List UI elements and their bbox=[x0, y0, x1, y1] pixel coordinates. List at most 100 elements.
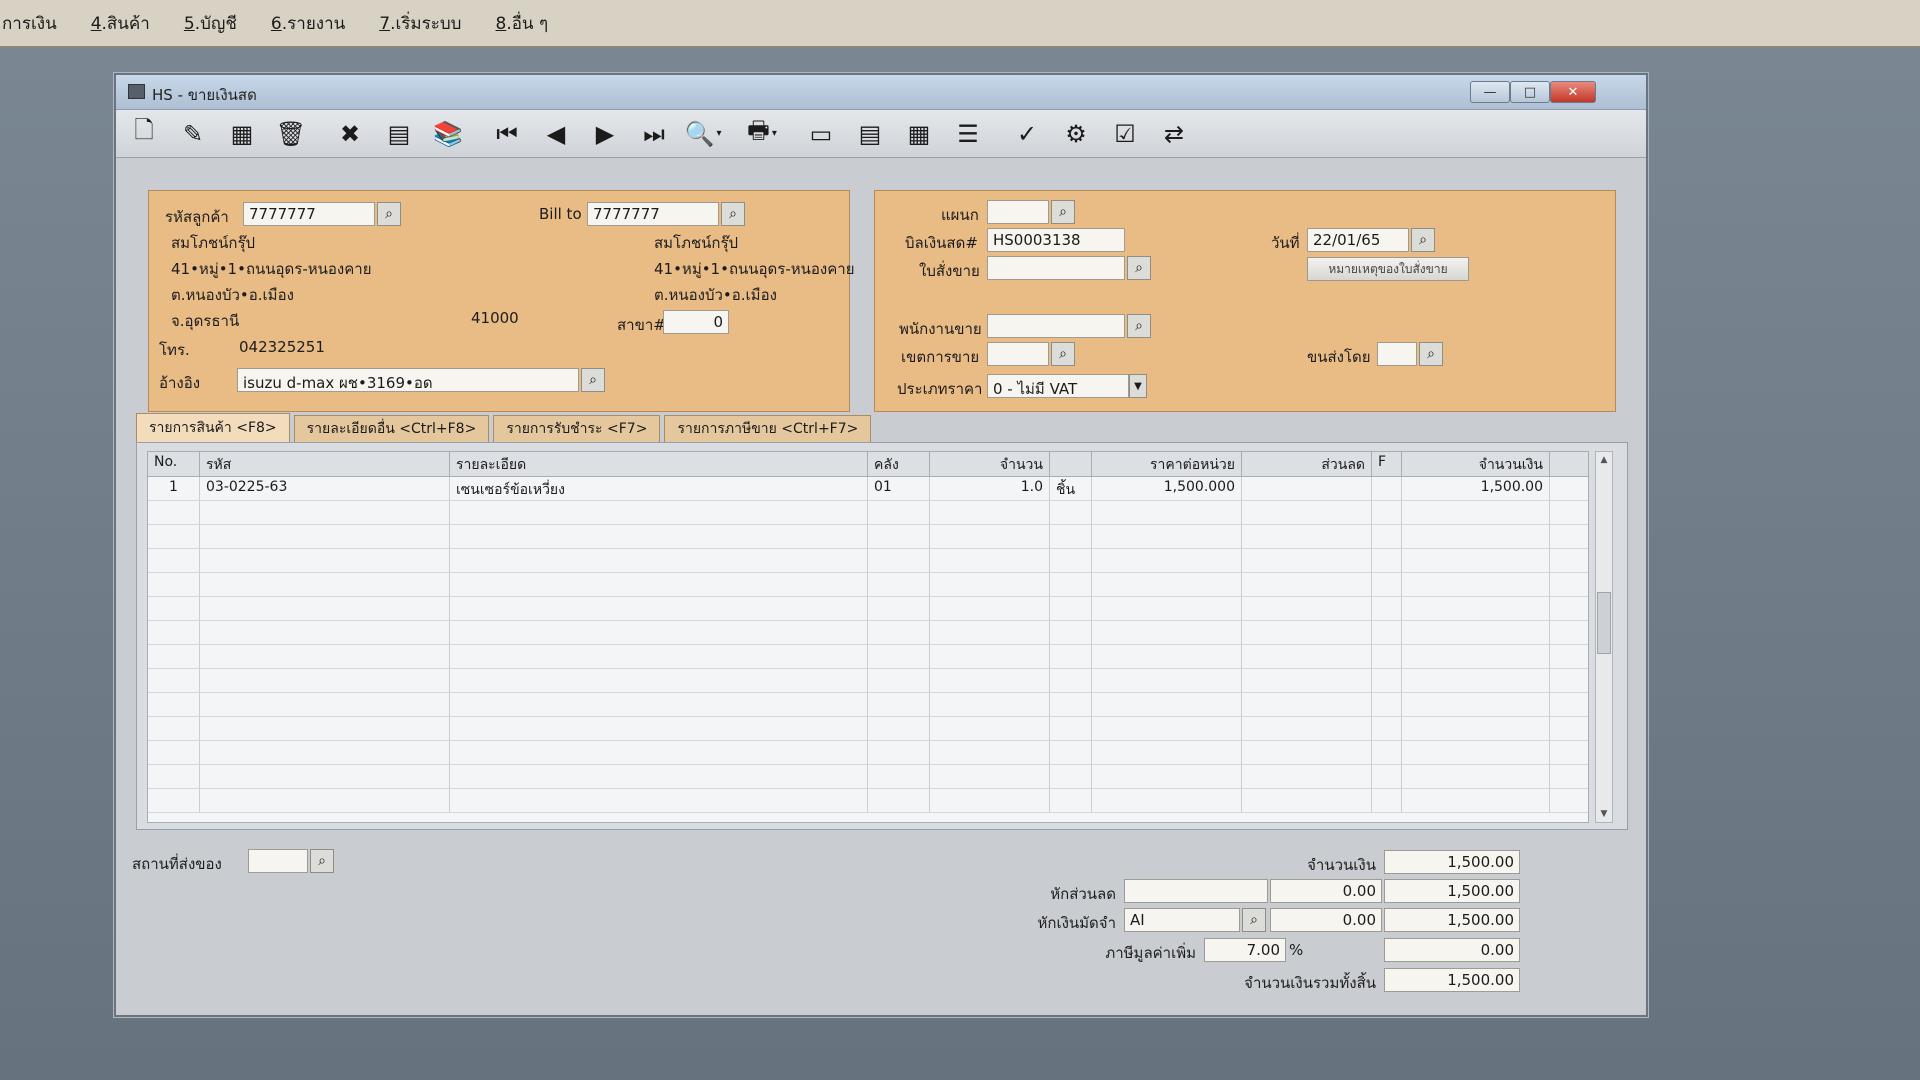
spreadsheet-icon[interactable]: ▦ bbox=[901, 116, 937, 152]
trash-icon[interactable]: 🗑 bbox=[273, 116, 309, 152]
department-field[interactable] bbox=[987, 200, 1049, 224]
cell-disc[interactable] bbox=[1242, 789, 1372, 812]
cell-qty[interactable] bbox=[930, 597, 1050, 620]
save-icon[interactable]: ▤ bbox=[381, 116, 417, 152]
cell-unit[interactable] bbox=[1050, 621, 1092, 644]
column-header[interactable]: รหัส bbox=[200, 452, 450, 476]
cell-desc[interactable] bbox=[450, 765, 868, 788]
cell-no[interactable] bbox=[148, 669, 200, 692]
cell-desc[interactable] bbox=[450, 621, 868, 644]
cell-unit[interactable] bbox=[1050, 789, 1092, 812]
cell-f[interactable] bbox=[1372, 789, 1402, 812]
chevron-down-icon[interactable]: ▾ bbox=[716, 128, 721, 139]
cell-disc[interactable] bbox=[1242, 597, 1372, 620]
branch-field[interactable]: 0 bbox=[663, 310, 729, 334]
cell-unit[interactable] bbox=[1050, 525, 1092, 548]
preview-icon[interactable]: 🔍 ▾ bbox=[685, 116, 722, 152]
cell-wh[interactable] bbox=[868, 693, 930, 716]
menu-others[interactable]: 8.อื่น ๆ bbox=[495, 10, 548, 37]
table-row[interactable] bbox=[148, 717, 1588, 741]
table-row[interactable] bbox=[148, 669, 1588, 693]
cell-amount[interactable]: 1,500.00 bbox=[1402, 477, 1550, 500]
table-row[interactable] bbox=[148, 597, 1588, 621]
cell-amount[interactable] bbox=[1402, 717, 1550, 740]
table-row[interactable] bbox=[148, 693, 1588, 717]
cell-desc[interactable] bbox=[450, 645, 868, 668]
cell-disc[interactable] bbox=[1242, 741, 1372, 764]
cell-no[interactable] bbox=[148, 741, 200, 764]
cell-qty[interactable] bbox=[930, 693, 1050, 716]
date-field[interactable]: 22/01/65 bbox=[1307, 228, 1409, 252]
cell-qty[interactable] bbox=[930, 669, 1050, 692]
cell-price[interactable] bbox=[1092, 645, 1242, 668]
cell-price[interactable] bbox=[1092, 717, 1242, 740]
cell-qty[interactable] bbox=[930, 621, 1050, 644]
chevron-down-icon[interactable]: ▾ bbox=[772, 128, 777, 139]
cell-disc[interactable] bbox=[1242, 645, 1372, 668]
column-header[interactable]: จำนวนเงิน bbox=[1402, 452, 1550, 476]
column-header[interactable]: ราคาต่อหน่วย bbox=[1092, 452, 1242, 476]
vat-rate-field[interactable]: 7.00 bbox=[1204, 938, 1286, 962]
cell-qty[interactable] bbox=[930, 549, 1050, 572]
cell-code[interactable] bbox=[200, 765, 450, 788]
cell-code[interactable]: 03-0225-63 bbox=[200, 477, 450, 500]
cell-price[interactable]: 1,500.000 bbox=[1092, 477, 1242, 500]
reference-field[interactable]: isuzu d-max ผช•3169•อด bbox=[237, 368, 579, 392]
column-header[interactable] bbox=[1050, 452, 1092, 476]
cell-amount[interactable] bbox=[1402, 765, 1550, 788]
cell-code[interactable] bbox=[200, 741, 450, 764]
cell-amount[interactable] bbox=[1402, 549, 1550, 572]
cell-code[interactable] bbox=[200, 525, 450, 548]
cell-no[interactable] bbox=[148, 573, 200, 596]
cell-price[interactable] bbox=[1092, 597, 1242, 620]
sales-order-search-icon[interactable]: ⌕ bbox=[1127, 256, 1151, 280]
cell-price[interactable] bbox=[1092, 525, 1242, 548]
cell-qty[interactable] bbox=[930, 765, 1050, 788]
cell-no[interactable] bbox=[148, 645, 200, 668]
cell-desc[interactable] bbox=[450, 669, 868, 692]
cell-price[interactable] bbox=[1092, 573, 1242, 596]
cell-price[interactable] bbox=[1092, 501, 1242, 524]
cell-f[interactable] bbox=[1372, 549, 1402, 572]
billto-field[interactable]: 7777777 bbox=[587, 202, 719, 226]
cell-qty[interactable] bbox=[930, 573, 1050, 596]
cell-no[interactable] bbox=[148, 717, 200, 740]
customer-code-field[interactable]: 7777777 bbox=[243, 202, 375, 226]
close-button[interactable]: ✕ bbox=[1550, 81, 1596, 103]
sales-area-field[interactable] bbox=[987, 342, 1049, 366]
cell-unit[interactable] bbox=[1050, 741, 1092, 764]
bill-number-field[interactable]: HS0003138 bbox=[987, 228, 1125, 252]
cell-amount[interactable] bbox=[1402, 525, 1550, 548]
last-record-icon[interactable]: ⏭ bbox=[636, 116, 672, 152]
deposit-code-field[interactable]: AI bbox=[1124, 908, 1240, 932]
cell-unit[interactable] bbox=[1050, 597, 1092, 620]
tools-icon[interactable]: ⚙ bbox=[1058, 116, 1094, 152]
column-header[interactable]: No. bbox=[148, 452, 200, 476]
tab-other-details[interactable]: รายละเอียดอื่น <Ctrl+F8> bbox=[293, 415, 490, 442]
column-header[interactable]: รายละเอียด bbox=[450, 452, 868, 476]
cell-wh[interactable] bbox=[868, 717, 930, 740]
cell-unit[interactable] bbox=[1050, 501, 1092, 524]
cell-amount[interactable] bbox=[1402, 501, 1550, 524]
cell-amount[interactable] bbox=[1402, 597, 1550, 620]
books-icon[interactable]: 📚 bbox=[430, 116, 466, 152]
confirm-icon[interactable]: ☑ bbox=[1107, 116, 1143, 152]
cell-wh[interactable] bbox=[868, 669, 930, 692]
column-header[interactable]: จำนวน bbox=[930, 452, 1050, 476]
tab-sales-tax[interactable]: รายการภาษีขาย <Ctrl+F7> bbox=[664, 415, 872, 442]
cell-price[interactable] bbox=[1092, 693, 1242, 716]
customer-search-icon[interactable]: ⌕ bbox=[377, 202, 401, 226]
cell-desc[interactable] bbox=[450, 597, 868, 620]
cell-amount[interactable] bbox=[1402, 789, 1550, 812]
reference-search-icon[interactable]: ⌕ bbox=[581, 368, 605, 392]
cell-qty[interactable]: 1.0 bbox=[930, 477, 1050, 500]
cell-price[interactable] bbox=[1092, 741, 1242, 764]
chevron-down-icon[interactable]: ▼ bbox=[1129, 374, 1147, 398]
cell-code[interactable] bbox=[200, 621, 450, 644]
ship-by-field[interactable] bbox=[1377, 342, 1417, 366]
sales-area-search-icon[interactable]: ⌕ bbox=[1051, 342, 1075, 366]
previous-icon[interactable]: ◀ bbox=[538, 116, 574, 152]
cell-desc[interactable] bbox=[450, 573, 868, 596]
ship-by-search-icon[interactable]: ⌕ bbox=[1419, 342, 1443, 366]
cell-wh[interactable] bbox=[868, 597, 930, 620]
